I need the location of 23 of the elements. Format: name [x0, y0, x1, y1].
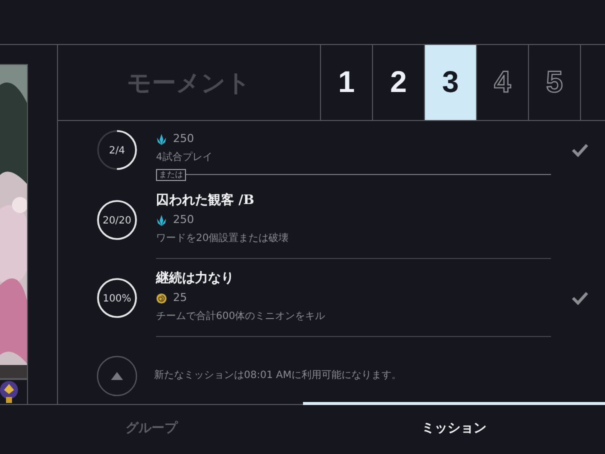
bottom-tab[interactable]: ミッション [302, 405, 605, 453]
mission-title: 囚われた観客 /B [156, 192, 256, 210]
progress-count: 2/4 [108, 145, 126, 156]
next-mission-note: 新たなミッションは08:01 AMに利用可能になります。 [154, 368, 402, 383]
progress-count: 20/20 [102, 215, 132, 226]
crystal-icon [156, 214, 167, 226]
mission-description: チームで合計600体のミニオンをキル [156, 310, 326, 324]
or-label: または [156, 168, 186, 180]
stage-tab[interactable]: 5 [528, 45, 580, 120]
mission-description: ワードを20個設置または破壊 [156, 232, 290, 246]
reward-amount: 250 [173, 212, 194, 228]
crystal-icon [156, 134, 167, 145]
reward-amount: 25 [173, 290, 187, 306]
emblem-icon [0, 380, 18, 404]
coin-icon [156, 292, 167, 304]
stage-tab[interactable]: 3 [424, 45, 476, 120]
mission-description: 4試合プレイ [156, 150, 214, 164]
reward-amount: 250 [173, 131, 194, 147]
stage-tab[interactable]: 4 [476, 45, 528, 120]
progress-count: 100% [102, 293, 132, 304]
up-arrow-button[interactable] [96, 354, 138, 396]
mission-title: 継続は力なり [156, 270, 235, 288]
stage-tab[interactable]: 1 [320, 45, 372, 120]
